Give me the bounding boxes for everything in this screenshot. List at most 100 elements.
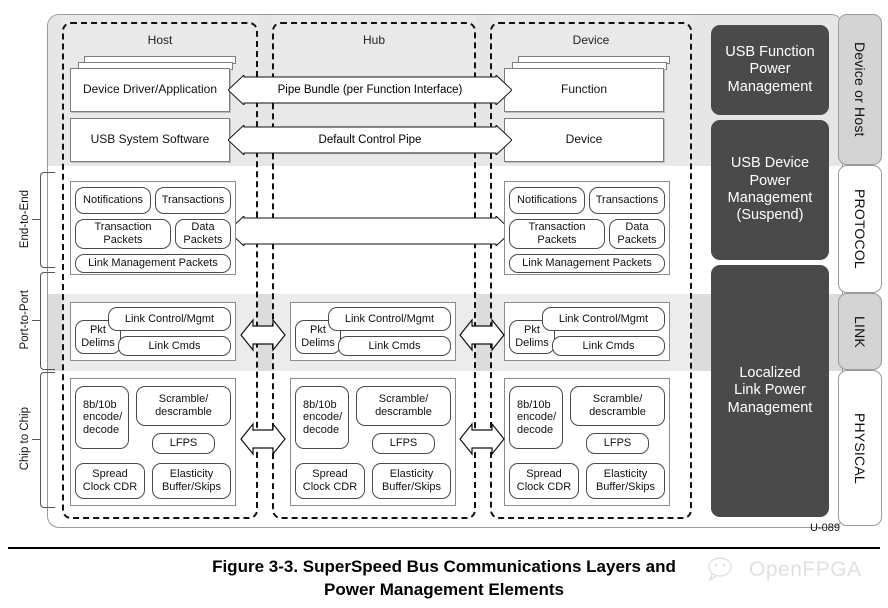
usb-function-pm-line1: USB Function bbox=[725, 43, 815, 60]
host-8b10b-line1: 8b/10b bbox=[83, 398, 117, 411]
device-spread-line2: Clock CDR bbox=[516, 481, 572, 493]
host-link-control-mgmt: Link Control/Mgmt bbox=[108, 307, 231, 331]
hub-scramble-descramble: Scramble/ descramble bbox=[356, 386, 451, 426]
bracket-end-to-end bbox=[40, 172, 55, 268]
host-pkt-delims-line1: Pkt bbox=[90, 324, 106, 337]
host-notifications: Notifications bbox=[75, 187, 151, 214]
figure-code: U-089 bbox=[810, 522, 840, 534]
figure-supersspeed-bus-layers: Host Hub Device Device Driver/Applicatio… bbox=[0, 0, 888, 608]
device-elasticity-buffer-skips: Elasticity Buffer/Skips bbox=[586, 463, 665, 499]
host-device-driver-box: Device Driver/Application bbox=[70, 68, 230, 112]
hub-lfps: LFPS bbox=[372, 433, 435, 454]
hub-spread-line2: Clock CDR bbox=[302, 481, 358, 493]
layer-tab-device-or-host: Device or Host bbox=[838, 14, 882, 165]
device-link-control-mgmt: Link Control/Mgmt bbox=[542, 307, 665, 331]
hub-8b10b-line1: 8b/10b bbox=[303, 398, 337, 411]
device-device-box: Device bbox=[504, 118, 664, 162]
host-8b10b-encode-decode: 8b/10b encode/ decode bbox=[75, 386, 129, 449]
device-spread-line1: Spread bbox=[526, 468, 562, 481]
default-control-pipe-label: Default Control Pipe bbox=[318, 134, 422, 146]
host-spread-line1: Spread bbox=[92, 468, 128, 481]
hub-8b10b-line2: encode/ bbox=[303, 411, 343, 424]
layer-tab-protocol-label: PROTOCOL bbox=[852, 189, 868, 269]
host-link-management-packets: Link Management Packets bbox=[75, 254, 231, 273]
default-control-pipe-label-wrap: Default Control Pipe bbox=[228, 125, 512, 155]
link-arrow-hub-device bbox=[459, 318, 505, 352]
host-elasticity-buffer-skips: Elasticity Buffer/Skips bbox=[152, 463, 231, 499]
device-transactions-label: Transactions bbox=[595, 194, 659, 207]
device-function-box: Function bbox=[504, 68, 664, 112]
host-transaction-packets-line1: Transaction bbox=[94, 221, 152, 234]
layer-tab-physical-label: PHYSICAL bbox=[852, 412, 868, 484]
hub-link-control-mgmt: Link Control/Mgmt bbox=[328, 307, 451, 331]
scope-label-chip-to-chip-text: Chip to Chip bbox=[19, 407, 31, 471]
hub-spread-clock-cdr: Spread Clock CDR bbox=[295, 463, 365, 499]
watermark: OpenFPGA bbox=[705, 554, 880, 588]
diagram-shell: Host Hub Device Device Driver/Applicatio… bbox=[47, 14, 843, 528]
hub-link-control-mgmt-label: Link Control/Mgmt bbox=[344, 312, 435, 325]
localized-link-power-management-block: Localized Link Power Management bbox=[711, 265, 829, 517]
device-function-label: Function bbox=[560, 82, 608, 97]
pipe-bundle-label-wrap: Pipe Bundle (per Function Interface) bbox=[228, 75, 512, 105]
host-data-packets: Data Packets bbox=[175, 219, 231, 249]
device-transaction-packets-line1: Transaction bbox=[528, 221, 586, 234]
localized-link-pm-line1: Localized bbox=[739, 364, 801, 381]
hub-link-cmds: Link Cmds bbox=[338, 336, 451, 356]
host-link-control-mgmt-label: Link Control/Mgmt bbox=[124, 312, 215, 325]
device-lfps: LFPS bbox=[586, 433, 649, 454]
watermark-text: OpenFPGA bbox=[749, 558, 862, 581]
device-pkt-delims-line2: Delims bbox=[515, 337, 549, 349]
host-link-cmds-label: Link Cmds bbox=[148, 339, 201, 352]
host-data-packets-line1: Data bbox=[191, 221, 215, 234]
host-transactions: Transactions bbox=[155, 187, 231, 214]
host-spread-line2: Clock CDR bbox=[82, 481, 138, 493]
usb-device-pm-line3: Management bbox=[727, 190, 813, 206]
host-transaction-packets-line2: Packets bbox=[103, 234, 143, 246]
column-hub-title: Hub bbox=[362, 33, 385, 47]
device-pkt-delims-line1: Pkt bbox=[524, 324, 540, 337]
host-scramble-descramble: Scramble/ descramble bbox=[136, 386, 231, 426]
scope-label-chip-to-chip: Chip to Chip bbox=[14, 372, 36, 506]
host-transaction-packets: Transaction Packets bbox=[75, 219, 171, 249]
usb-function-pm-line3: Management bbox=[727, 78, 813, 95]
device-data-packets-line2: Packets bbox=[617, 234, 657, 246]
device-notifications-label: Notifications bbox=[517, 194, 577, 207]
hub-elasticity-buffer-skips: Elasticity Buffer/Skips bbox=[372, 463, 451, 499]
hub-scramble-line2: descramble bbox=[375, 406, 432, 418]
hub-8b10b-line3: decode bbox=[303, 423, 340, 436]
hub-link-cmds-label: Link Cmds bbox=[368, 339, 421, 352]
column-host-title: Host bbox=[147, 33, 173, 47]
layer-tab-link: LINK bbox=[838, 293, 882, 370]
device-scramble-descramble: Scramble/ descramble bbox=[570, 386, 665, 426]
device-8b10b-line2: encode/ bbox=[517, 411, 557, 424]
wechat-logo-icon bbox=[708, 557, 732, 582]
host-elasticity-line1: Elasticity bbox=[169, 468, 214, 481]
hub-elasticity-line1: Elasticity bbox=[389, 468, 434, 481]
usb-device-power-management-block: USB Device Power Management (Suspend) bbox=[711, 120, 829, 260]
layer-tab-physical: PHYSICAL bbox=[838, 370, 882, 526]
device-spread-clock-cdr: Spread Clock CDR bbox=[509, 463, 579, 499]
bracket-chip-to-chip bbox=[40, 372, 55, 508]
device-transactions: Transactions bbox=[589, 187, 665, 214]
host-link-management-packets-label: Link Management Packets bbox=[88, 257, 218, 270]
host-elasticity-line2: Buffer/Skips bbox=[161, 481, 222, 493]
protocol-arrow bbox=[228, 216, 512, 246]
device-8b10b-encode-decode: 8b/10b encode/ decode bbox=[509, 386, 563, 449]
host-scramble-line1: Scramble/ bbox=[158, 393, 209, 406]
device-transaction-packets-line2: Packets bbox=[537, 234, 577, 246]
localized-link-pm-line2: Link Power bbox=[734, 382, 806, 399]
host-8b10b-line3: decode bbox=[83, 423, 120, 436]
scope-label-end-to-end-text: End-to-End bbox=[19, 189, 31, 249]
hub-pkt-delims-line2: Delims bbox=[301, 337, 335, 349]
device-transaction-packets: Transaction Packets bbox=[509, 219, 605, 249]
column-device-title: Device bbox=[572, 33, 610, 47]
device-scramble-line2: descramble bbox=[589, 406, 646, 418]
device-elasticity-line1: Elasticity bbox=[603, 468, 648, 481]
device-link-management-packets: Link Management Packets bbox=[509, 254, 665, 273]
hub-lfps-label: LFPS bbox=[389, 437, 418, 450]
scope-label-port-to-port-text: Port-to-Port bbox=[19, 290, 31, 350]
device-data-packets-line1: Data bbox=[625, 221, 649, 234]
host-8b10b-line2: encode/ bbox=[83, 411, 123, 424]
physical-arrow-host-hub bbox=[240, 422, 286, 456]
host-pkt-delims-line2: Delims bbox=[81, 337, 115, 349]
